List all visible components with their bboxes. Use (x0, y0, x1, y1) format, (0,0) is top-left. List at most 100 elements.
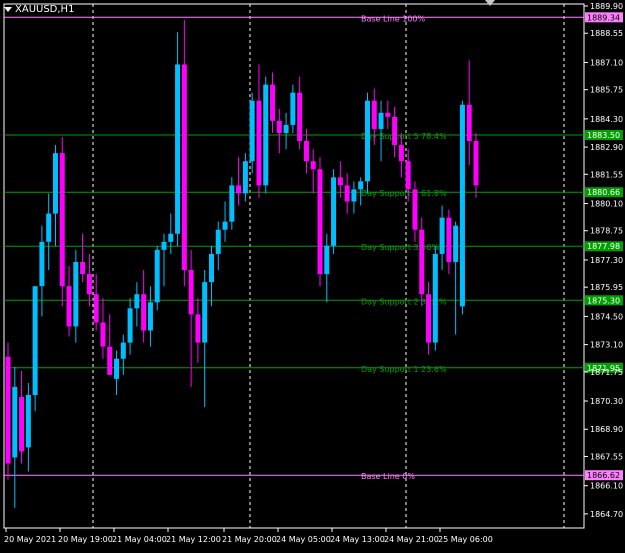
y-tick-label: 1874.50 (590, 312, 623, 321)
candle-body (405, 161, 411, 190)
chart-canvas[interactable]: Base Line 100% 1889.34Day Support 5 78.4%… (0, 0, 625, 549)
level-price-label: 1889.34 (587, 13, 620, 22)
y-tick-label: 1864.70 (590, 510, 623, 519)
candle-body (290, 92, 296, 125)
plot-frame (3, 3, 585, 529)
x-tick-label: 25 May 06:00 (438, 535, 493, 544)
level-price-label: 1866.62 (587, 471, 620, 480)
candle-body (473, 141, 479, 186)
candle-body (141, 294, 147, 331)
x-tick-label: 21 May 04:00 (112, 535, 167, 544)
candle-body (195, 314, 201, 343)
chevron-down-icon[interactable] (4, 7, 12, 12)
candle-body (446, 217, 452, 262)
x-tick-label: 24 May 05:00 (276, 535, 331, 544)
level-price-label: 1883.50 (587, 131, 620, 140)
candle-body (86, 274, 92, 295)
candle-body (466, 104, 472, 142)
candle-body (154, 249, 160, 303)
candle-body (364, 100, 370, 182)
y-tick-label: 1881.55 (590, 170, 623, 179)
candle-body (202, 282, 208, 343)
candle-body (147, 302, 153, 331)
y-tick-label: 1873.10 (590, 341, 623, 350)
candle-body (222, 221, 228, 230)
candle-body (419, 229, 425, 295)
candle-body (52, 153, 58, 214)
candle-body (80, 261, 86, 275)
candle-body (25, 394, 31, 448)
candle-body (93, 294, 99, 323)
candle-body (324, 245, 330, 275)
candle-body (236, 185, 242, 194)
y-tick-label: 1889.90 (590, 2, 623, 11)
candle-body (215, 229, 221, 254)
candle-body (229, 185, 235, 222)
candle-body (378, 112, 384, 129)
candle-body (73, 261, 79, 327)
chart-area[interactable]: Base Line 100% 1889.34 Day Support 5 78.4%… (0, 0, 625, 549)
y-tick-label: 1884.30 (590, 115, 623, 124)
candle-body (168, 233, 174, 242)
level-price-label: 1877.98 (587, 242, 620, 251)
y-tick-label: 1866.10 (590, 482, 623, 491)
candle-body (331, 177, 337, 246)
candle-body (19, 397, 25, 452)
x-tick-label: 20 May 2021 (4, 535, 56, 544)
y-tick-label: 1878.75 (590, 227, 623, 236)
candle-body (426, 294, 432, 343)
candle-body (120, 342, 126, 359)
candle-body (385, 112, 391, 117)
candle-body (310, 161, 316, 170)
candle-body (242, 161, 248, 194)
candle-body (303, 141, 309, 162)
candle-body (134, 294, 140, 309)
y-tick-label: 1875.95 (590, 283, 623, 292)
candle-body (46, 213, 52, 242)
level-label: Day Support 3 50% (361, 243, 439, 252)
candle-body (263, 84, 269, 186)
x-tick-label: 20 May 19:00 (58, 535, 113, 544)
candle-body (371, 100, 377, 129)
candle-body (59, 153, 65, 287)
level-label: Base Line 100% (361, 14, 426, 23)
candle-body (100, 322, 106, 347)
candle-body (66, 286, 72, 327)
candle-body (39, 241, 45, 287)
candle-body (32, 286, 38, 395)
y-tick-label: 1877.30 (590, 256, 623, 265)
candle-body (459, 104, 465, 307)
candle-body (249, 100, 255, 162)
y-tick-label: 1885.75 (590, 86, 623, 95)
candle-body (208, 253, 214, 283)
y-tick-label: 1870.30 (590, 397, 623, 406)
y-tick-label: 1888.55 (590, 29, 623, 38)
symbol-title-text: XAUUSD,H1 (15, 4, 75, 15)
x-tick-label: 21 May 20:00 (222, 535, 277, 544)
candle-body (398, 145, 404, 162)
candle-body (317, 169, 323, 275)
x-tick-label: 24 May 13:00 (330, 535, 385, 544)
candle-body (127, 308, 133, 343)
y-tick-label: 1880.10 (590, 200, 623, 209)
y-tick-label: 1887.10 (590, 58, 623, 67)
y-tick-label: 1867.55 (590, 452, 623, 461)
scroll-marker-icon[interactable] (484, 0, 496, 8)
candle-body (188, 270, 194, 315)
y-tick-label: 1871.75 (590, 368, 623, 377)
level-price-label: 1880.66 (587, 188, 620, 197)
candle-body (161, 241, 167, 250)
candle-body (12, 386, 18, 458)
candle-body (432, 253, 438, 343)
x-tick-label: 24 May 21:00 (384, 535, 439, 544)
symbol-title: XAUUSD,H1 (4, 4, 74, 15)
level-label: Day Support 4 61.8% (361, 189, 447, 198)
candle-body (453, 225, 459, 262)
level-price-label: 1875.30 (587, 296, 620, 305)
candle-body (412, 189, 418, 230)
candle-body (276, 120, 282, 133)
candle-body (175, 64, 181, 234)
candle-body (392, 116, 398, 146)
candle-body (283, 124, 289, 133)
candle-body (439, 217, 445, 254)
